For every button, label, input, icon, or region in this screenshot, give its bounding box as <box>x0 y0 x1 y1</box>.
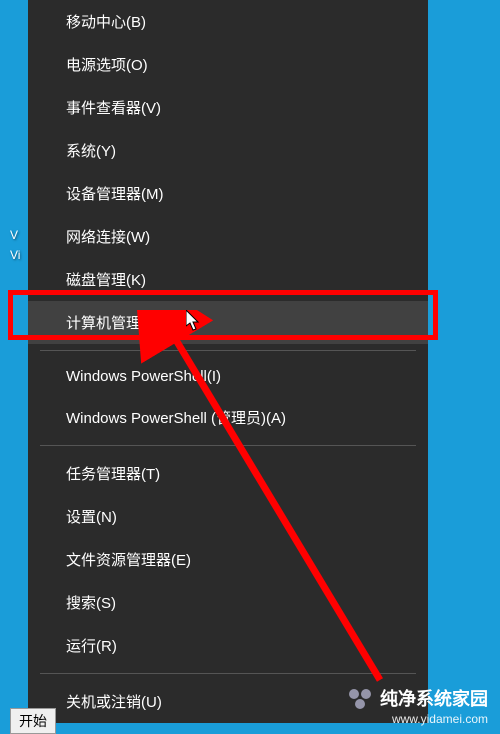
desktop-icon-fragment-1: V <box>10 228 18 242</box>
desktop-icon-fragment-2: Vi <box>10 248 20 262</box>
watermark-logo-icon <box>346 684 374 712</box>
menu-item-run[interactable]: 运行(R) <box>28 624 428 667</box>
menu-item-device-manager[interactable]: 设备管理器(M) <box>28 172 428 215</box>
menu-item-task-manager[interactable]: 任务管理器(T) <box>28 452 428 495</box>
menu-item-powershell[interactable]: Windows PowerShell(I) <box>28 357 428 396</box>
menu-separator <box>40 673 416 674</box>
menu-item-computer-management[interactable]: 计算机管理(G) <box>28 301 428 344</box>
menu-item-powershell-admin[interactable]: Windows PowerShell (管理员)(A) <box>28 396 428 439</box>
menu-item-settings[interactable]: 设置(N) <box>28 495 428 538</box>
menu-item-search[interactable]: 搜索(S) <box>28 581 428 624</box>
watermark: 纯净系统家园 www.yidamei.com <box>346 684 488 726</box>
menu-item-network-connections[interactable]: 网络连接(W) <box>28 215 428 258</box>
menu-item-event-viewer[interactable]: 事件查看器(V) <box>28 86 428 129</box>
menu-item-power-options[interactable]: 电源选项(O) <box>28 43 428 86</box>
menu-separator <box>40 445 416 446</box>
watermark-url-text: www.yidamei.com <box>346 712 488 726</box>
winx-context-menu: 移动中心(B) 电源选项(O) 事件查看器(V) 系统(Y) 设备管理器(M) … <box>28 0 428 723</box>
menu-separator <box>40 350 416 351</box>
menu-item-disk-management[interactable]: 磁盘管理(K) <box>28 258 428 301</box>
menu-item-mobility-center[interactable]: 移动中心(B) <box>28 0 428 43</box>
menu-item-file-explorer[interactable]: 文件资源管理器(E) <box>28 538 428 581</box>
menu-item-system[interactable]: 系统(Y) <box>28 129 428 172</box>
start-button-tooltip: 开始 <box>10 708 56 734</box>
watermark-brand-text: 纯净系统家园 <box>380 685 488 711</box>
